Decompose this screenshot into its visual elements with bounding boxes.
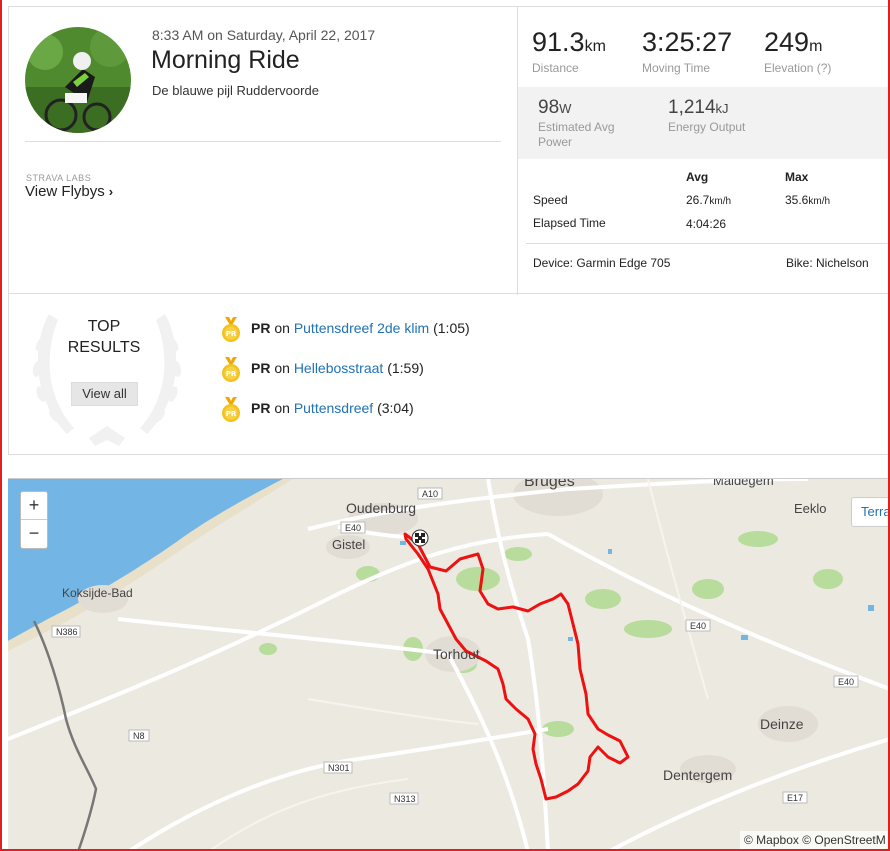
finish-flag-icon [411,529,429,547]
pr-badge: PR [251,400,271,416]
pr-medal-icon: PR [222,397,240,422]
pr-medal-text: PR [226,330,237,338]
power-label-line2: Power [538,135,573,149]
zoom-control: + − [20,491,48,549]
stat-power: 98W Estimated Avg Power [538,97,615,150]
place-bruges: Bruges [524,479,575,490]
divider [25,141,501,142]
place-eeklo: Eeklo [794,501,827,516]
road-e40-east-2: E40 [838,677,854,687]
speed-avg: 26.7km/h [686,193,731,207]
moving-time-label: Moving Time [642,61,711,75]
road-e17: E17 [787,793,803,803]
view-flybys-link[interactable]: View Flybys › [25,183,113,200]
pr-medal-icon: PR [222,317,240,342]
activity-datetime: 8:33 AM on Saturday, April 22, 2017 [152,27,376,43]
place-deinze: Deinze [760,716,804,732]
zoom-in-button[interactable]: + [21,492,47,520]
place-dentergem: Dentergem [663,767,732,783]
stat-energy: 1,214kJ Energy Output [668,97,745,135]
pr-on: on [274,360,290,376]
bike-info: Bike: Nichelson [786,256,869,270]
speed-max-unit: km/h [808,196,831,207]
road-e40-east: E40 [690,621,706,631]
power-value: 98 [538,97,560,118]
distance-unit: km [584,38,606,55]
speed-avg-value: 26.7 [686,193,710,207]
place-torhout: Torhout [433,646,480,662]
place-koksijde: Koksijde-Bad [62,586,133,600]
pr-medal-icon: PR [222,357,240,382]
map-canvas: Bruges Maldegem Oudenburg Gistel Eeklo K… [8,479,890,851]
energy-unit: kJ [715,101,729,116]
pr-medal-text: PR [226,410,237,418]
power-label-line1: Estimated Avg [538,120,615,134]
max-column-header: Max [785,170,809,184]
segment-link[interactable]: Hellebosstraat [294,360,384,376]
pr-medal-text: PR [226,370,237,378]
divider [526,243,890,244]
pr-on: on [274,320,290,336]
road-n8: N8 [133,731,145,741]
device-info: Device: Garmin Edge 705 [533,256,671,270]
speed-max: 35.6km/h [785,193,830,207]
strava-labs-tag: STRAVA LABS [26,173,92,183]
stat-moving-time: 3:25:27 Moving Time [642,27,732,75]
view-flybys-label: View Flybys [25,183,105,200]
energy-label: Energy Output [668,120,746,134]
pr-badge: PR [251,320,271,336]
energy-value: 1,214 [668,97,716,118]
top-results-title-line1: TOP [87,318,121,335]
speed-label: Speed [533,193,568,207]
top-results-title: TOP RESULTS [49,316,159,358]
avg-column-header: Avg [686,170,709,184]
activity-location: De blauwe pijl Ruddervoorde [152,83,319,98]
map-attribution[interactable]: © Mapbox © OpenStreetM [740,831,890,851]
elevation-help-link[interactable]: Elevation (?) [764,61,831,75]
speed-avg-unit: km/h [709,196,732,207]
elevation-unit: m [809,38,823,55]
segment-link[interactable]: Puttensdreef [294,400,373,416]
view-all-button[interactable]: View all [71,382,138,406]
pr-time: (1:05) [433,320,470,336]
top-results-card: TOP RESULTS View all PR PR on Puttensdre… [8,294,890,455]
place-maldegem: Maldegem [713,479,774,488]
athlete-avatar[interactable] [25,27,131,133]
road-n313: N313 [394,794,416,804]
elapsed-time-label: Elapsed Time [533,216,606,230]
terrain-toggle-button[interactable]: Terra [851,497,890,527]
elevation-value: 249 [764,27,810,57]
pr-on: on [274,400,290,416]
road-n301: N301 [328,763,350,773]
road-n386: N386 [56,627,78,637]
route-map[interactable]: Bruges Maldegem Oudenburg Gistel Eeklo K… [8,478,890,851]
road-a10: A10 [422,489,438,499]
activity-summary-card: 8:33 AM on Saturday, April 22, 2017 Morn… [8,6,890,295]
power-label: Estimated Avg Power [538,120,615,150]
stat-distance: 91.3km Distance [532,27,606,75]
place-gistel: Gistel [332,537,365,552]
activity-title: Morning Ride [151,46,300,74]
elapsed-time-value: 4:04:26 [686,217,727,231]
top-results-title-line2: RESULTS [67,339,141,356]
stat-elevation: 249m Elevation (?) [764,27,831,75]
zoom-out-button[interactable]: − [21,520,47,548]
segment-link[interactable]: Puttensdreef 2de klim [294,320,429,336]
secondary-stats: 98W Estimated Avg Power 1,214kJ Energy O… [518,87,890,159]
power-unit: W [559,101,572,116]
place-oudenburg: Oudenburg [346,500,416,516]
pr-time: (1:59) [387,360,424,376]
pr-time: (3:04) [377,400,414,416]
speed-max-value: 35.6 [785,193,809,207]
distance-label: Distance [532,61,579,75]
chevron-right-icon: › [108,184,114,199]
distance-value: 91.3 [532,27,585,57]
moving-time-value: 3:25:27 [642,27,733,57]
road-e40-west: E40 [345,523,361,533]
pr-badge: PR [251,360,271,376]
